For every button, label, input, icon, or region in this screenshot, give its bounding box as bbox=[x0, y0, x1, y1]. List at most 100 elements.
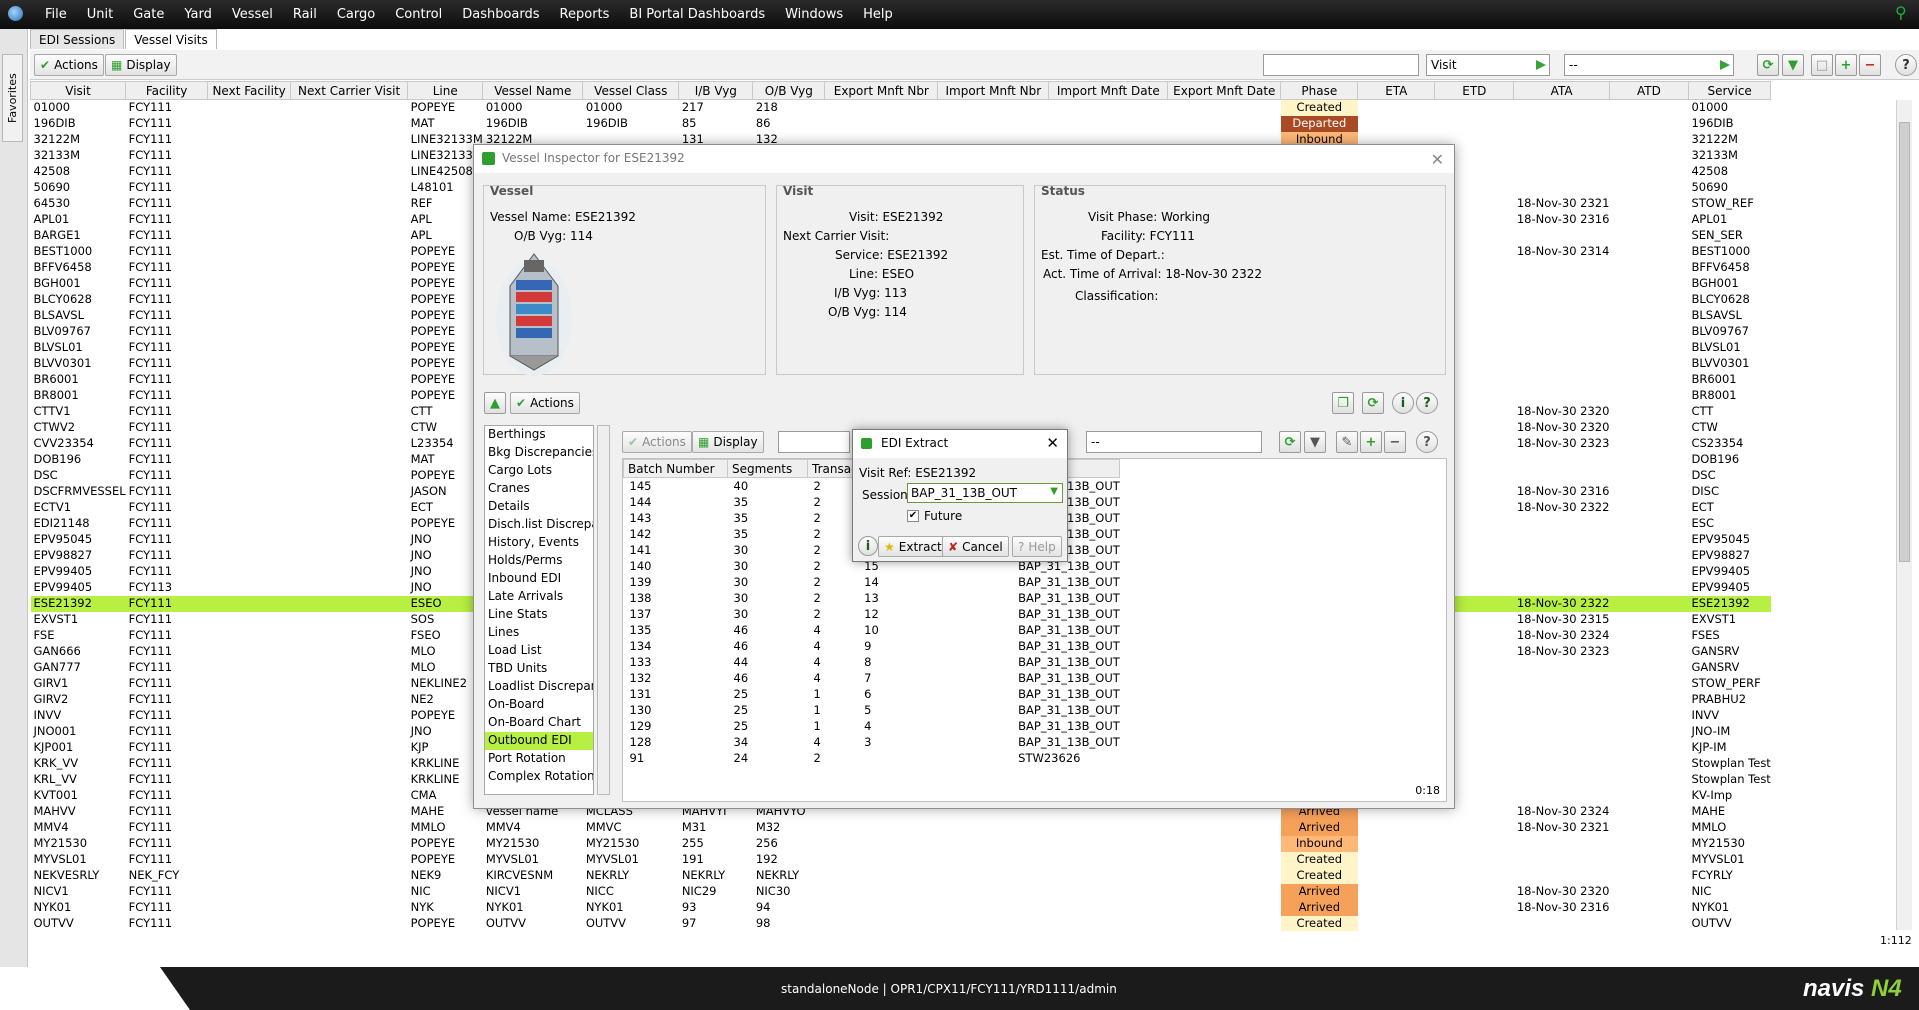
column-header-i-b-vyg[interactable]: I/B Vyg bbox=[678, 81, 754, 100]
inspector-tab-item[interactable]: Port Rotation bbox=[485, 750, 593, 768]
table-row[interactable]: MYVSL01 FCY111 POPEYE MYVSL01 MYVSL01 191 192 C… bbox=[31, 851, 1771, 868]
menu-item-reports[interactable]: Reports bbox=[560, 7, 610, 22]
inspector-actions-button[interactable]: ✔ Actions bbox=[510, 392, 580, 414]
sub-table-row[interactable]: 131 25 1 6 BAP_31_13B_OUT bbox=[624, 686, 1120, 702]
favorites-tab[interactable]: Favorites bbox=[2, 54, 23, 142]
future-checkbox[interactable]: ✔ bbox=[907, 510, 919, 522]
column-header-export-mnft-date[interactable]: Export Mnft Date bbox=[1167, 81, 1282, 100]
menu-item-vessel[interactable]: Vessel bbox=[232, 7, 273, 22]
column-header-line[interactable]: Line bbox=[407, 81, 484, 100]
inspector-tab-item[interactable]: Load List bbox=[485, 642, 593, 660]
add-icon[interactable]: + bbox=[1835, 54, 1857, 76]
column-header-next-facility[interactable]: Next Facility bbox=[207, 81, 292, 100]
inspector-tab-item[interactable]: On-Board bbox=[485, 696, 593, 714]
extract-button[interactable]: ★ Extract bbox=[878, 536, 948, 557]
table-row[interactable]: NEKVESRLY NEK_FCY NEK9 KIRCVESNM NEKRLY NEKRL… bbox=[31, 867, 1771, 884]
sub-filter-select[interactable]: -- bbox=[1086, 431, 1262, 453]
inspector-tab-item[interactable]: History, Events bbox=[485, 534, 593, 552]
column-header-atd[interactable]: ATD bbox=[1608, 81, 1689, 100]
column-header-vessel-class[interactable]: Vessel Class bbox=[582, 81, 680, 100]
sub-table-row[interactable]: 139 30 2 14 BAP_31_13B_OUT bbox=[624, 574, 1120, 590]
column-header-import-mnft-nbr[interactable]: Import Mnft Nbr bbox=[937, 81, 1050, 100]
table-row[interactable]: NYK01 FCY111 NYK NYK01 NYK01 93 94 Arrived 18-No… bbox=[31, 899, 1771, 916]
menu-item-help[interactable]: Help bbox=[863, 7, 893, 22]
inspector-tab-item[interactable]: Bkg Discrepancies bbox=[485, 444, 593, 462]
sub-table-row[interactable]: 133 44 4 8 BAP_31_13B_OUT bbox=[624, 654, 1120, 670]
menu-item-unit[interactable]: Unit bbox=[87, 7, 113, 22]
info-icon[interactable]: i bbox=[1392, 392, 1414, 414]
scroll-thumb[interactable] bbox=[1899, 122, 1910, 562]
display-button[interactable]: ▦ Display bbox=[105, 54, 177, 76]
sub-table-row[interactable]: 138 30 2 13 BAP_31_13B_OUT bbox=[624, 590, 1120, 606]
inspector-tab-item[interactable]: Loadlist Discrepancie bbox=[485, 678, 593, 696]
refresh-icon[interactable]: ⟳ bbox=[1279, 431, 1301, 453]
inspector-tab-item[interactable]: Lines bbox=[485, 624, 593, 642]
column-header-phase[interactable]: Phase bbox=[1280, 81, 1359, 100]
close-icon[interactable]: ✕ bbox=[1431, 150, 1444, 169]
tab-edi-sessions[interactable]: EDI Sessions bbox=[30, 29, 125, 49]
inspector-tab-item[interactable]: Disch.list Discrepanc bbox=[485, 516, 593, 534]
close-icon[interactable]: ✕ bbox=[1046, 434, 1059, 452]
help-icon[interactable]: ? bbox=[1416, 392, 1438, 414]
menu-item-rail[interactable]: Rail bbox=[293, 7, 317, 22]
info-icon[interactable]: i bbox=[858, 536, 878, 556]
refresh-icon[interactable]: ⟳ bbox=[1757, 54, 1779, 76]
column-header-import-mnft-date[interactable]: Import Mnft Date bbox=[1048, 81, 1169, 100]
sub-table-row[interactable]: 134 46 4 9 BAP_31_13B_OUT bbox=[624, 638, 1120, 654]
sub-column-header[interactable]: Segments bbox=[727, 459, 808, 478]
column-header-next-carrier-visit[interactable]: Next Carrier Visit bbox=[290, 81, 409, 100]
cancel-button[interactable]: ✘ Cancel bbox=[942, 536, 1009, 557]
menu-item-control[interactable]: Control bbox=[395, 7, 442, 22]
filter-icon[interactable]: ▼ bbox=[1782, 54, 1804, 76]
inspector-tab-item[interactable]: Line Stats bbox=[485, 606, 593, 624]
table-row[interactable]: NICV1 FCY111 NIC NICV1 NICC NIC29 NIC30 Arrived… bbox=[31, 883, 1771, 900]
sub-table-row[interactable]: 135 46 4 10 BAP_31_13B_OUT bbox=[624, 622, 1120, 638]
copy-icon[interactable]: ❐ bbox=[1332, 392, 1354, 414]
column-header-service[interactable]: Service bbox=[1687, 81, 1772, 100]
help-icon[interactable]: ? bbox=[1416, 431, 1438, 453]
sub-table-row[interactable]: 91 24 2 STW23626 bbox=[624, 750, 1120, 766]
help-icon[interactable]: ? bbox=[1895, 54, 1917, 76]
sub-table-row[interactable]: 128 34 4 3 BAP_31_13B_OUT bbox=[624, 734, 1120, 750]
inspector-tab-item[interactable]: Cargo Lots bbox=[485, 462, 593, 480]
sub-search-input[interactable] bbox=[778, 431, 850, 453]
menu-item-cargo[interactable]: Cargo bbox=[337, 7, 375, 22]
inspector-tab-item[interactable]: Cranes bbox=[485, 480, 593, 498]
inspector-tab-item[interactable]: Holds/Perms bbox=[485, 552, 593, 570]
sub-table-row[interactable]: 129 25 1 4 BAP_31_13B_OUT bbox=[624, 718, 1120, 734]
list-scrollbar[interactable] bbox=[597, 425, 610, 795]
edit-icon[interactable]: ✎ bbox=[1336, 431, 1358, 453]
column-header-visit[interactable]: Visit bbox=[30, 81, 127, 100]
inspector-tab-item[interactable]: TBD Units bbox=[485, 660, 593, 678]
column-header-vessel-name[interactable]: Vessel Name bbox=[482, 81, 584, 100]
sub-column-header[interactable]: Batch Number bbox=[623, 459, 728, 478]
table-row[interactable]: MMV4 FCY111 MMLO MMV4 MMVC M31 M32 Arrived 18-No… bbox=[31, 819, 1771, 836]
menu-item-windows[interactable]: Windows bbox=[785, 7, 843, 22]
inspector-tab-item[interactable]: Inbound EDI bbox=[485, 570, 593, 588]
inspector-tab-item[interactable]: Details bbox=[485, 498, 593, 516]
inspector-tab-item[interactable]: Late Arrivals bbox=[485, 588, 593, 606]
menu-item-dashboards[interactable]: Dashboards bbox=[462, 7, 539, 22]
inspector-tab-item[interactable]: Outbound EDI bbox=[485, 732, 593, 750]
remove-icon[interactable]: − bbox=[1859, 54, 1881, 76]
session-select[interactable]: BAP_31_13B_OUT ▼ bbox=[907, 483, 1063, 503]
add-icon[interactable]: + bbox=[1360, 431, 1382, 453]
help-button[interactable]: ? Help bbox=[1012, 536, 1062, 557]
menu-item-yard[interactable]: Yard bbox=[184, 7, 212, 22]
column-header-facility[interactable]: Facility bbox=[125, 81, 209, 100]
search-input[interactable] bbox=[1263, 54, 1419, 76]
inspector-tab-item[interactable]: Complex Rotation bbox=[485, 768, 593, 786]
inspector-tab-item[interactable]: Berthings bbox=[485, 426, 593, 444]
collapse-up-icon[interactable]: ▲ bbox=[484, 392, 506, 414]
sub-column-header[interactable]: Transac bbox=[807, 459, 859, 478]
menu-item-bi-portal-dashboards[interactable]: BI Portal Dashboards bbox=[629, 7, 765, 22]
sub-display-button[interactable]: ▦ Display bbox=[692, 431, 764, 453]
sub-table-row[interactable]: 132 46 4 7 BAP_31_13B_OUT bbox=[624, 670, 1120, 686]
menu-item-gate[interactable]: Gate bbox=[133, 7, 164, 22]
tab-vessel-visits[interactable]: Vessel Visits bbox=[125, 29, 217, 49]
inspector-tab-item[interactable]: On-Board Chart bbox=[485, 714, 593, 732]
sub-table-row[interactable]: 130 25 1 5 BAP_31_13B_OUT bbox=[624, 702, 1120, 718]
column-header-export-mnft-nbr[interactable]: Export Mnft Nbr bbox=[824, 81, 939, 100]
filter-icon[interactable]: ▼ bbox=[1304, 431, 1326, 453]
table-row[interactable]: OUTVV FCY111 POPEYE OUTVV OUTVV 97 98 Created OU… bbox=[31, 915, 1771, 931]
